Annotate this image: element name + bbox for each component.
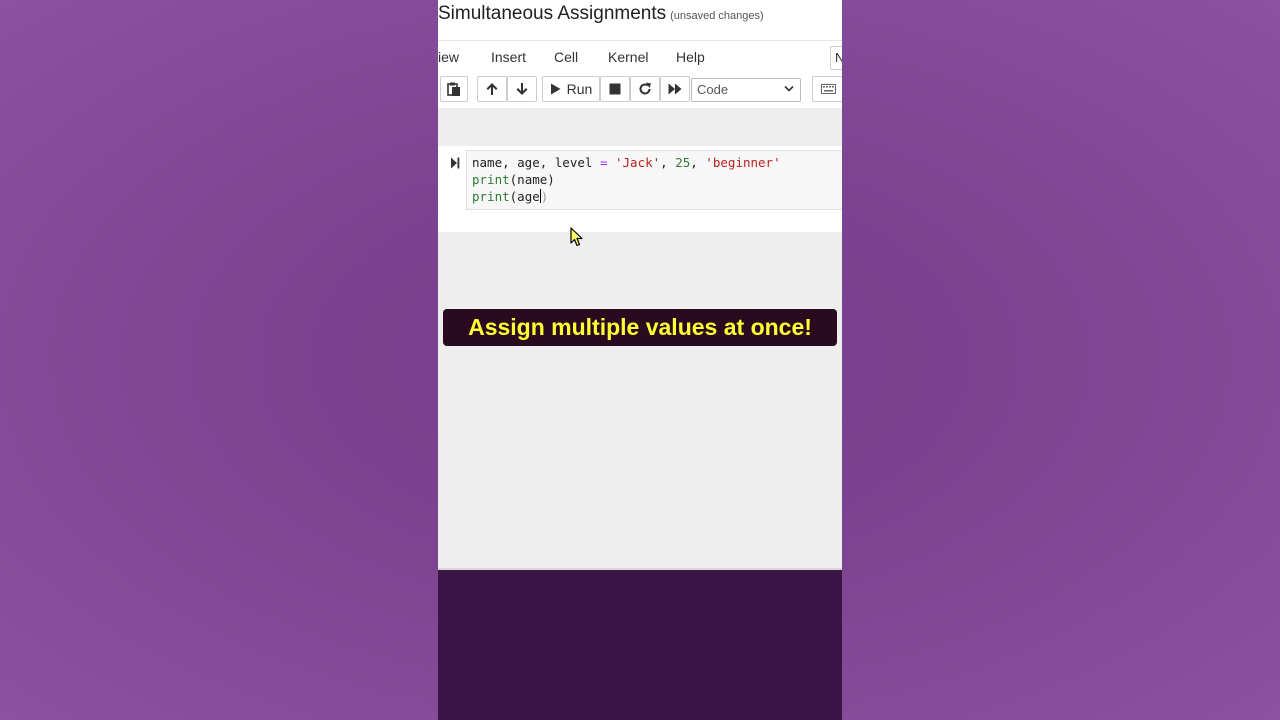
notebook-empty-area [438,232,842,568]
menu-kernel[interactable]: Kernel [608,49,648,65]
notebook-title-text[interactable]: Simultaneous Assignments [438,3,666,24]
toolbar: Run Code [438,76,842,104]
refresh-icon [639,82,651,95]
chevron-down-icon [784,85,794,92]
command-palette-button[interactable] [812,76,842,102]
restart-button[interactable] [630,76,660,102]
run-cell-icon[interactable] [450,157,460,169]
restart-run-all-button[interactable] [660,76,690,102]
code-editor[interactable]: name, age, level = 'Jack', 25, 'beginner… [466,150,842,210]
menu-bar: iew Insert Cell Kernel Help N [438,40,842,73]
header-divider [438,108,842,124]
menu-insert[interactable]: Insert [491,49,526,65]
cell-type-select[interactable]: Code [691,78,801,102]
notebook-header: Simultaneous Assignments (unsaved changes… [438,0,842,108]
video-caption: Assign multiple values at once! [443,309,837,346]
run-button[interactable]: Run [542,76,600,102]
code-cell[interactable]: name, age, level = 'Jack', 25, 'beginner… [438,146,842,233]
code-line-1: name, age, level = 'Jack', 25, 'beginner… [472,155,781,170]
paste-button[interactable] [440,76,468,102]
menu-cell[interactable]: Cell [554,49,578,65]
bottom-panel [438,568,842,720]
interrupt-button[interactable] [600,76,630,102]
notebook-title[interactable]: Simultaneous Assignments (unsaved changes… [438,3,764,25]
arrow-down-icon [516,83,528,95]
menu-view[interactable]: iew [438,49,459,65]
notebook-window: Simultaneous Assignments (unsaved changes… [438,0,842,720]
code-line-1-text: name, age, level = 'Jack', 25, 'beginner… [472,155,781,170]
menu-help[interactable]: Help [676,49,705,65]
play-icon [550,83,561,95]
keyboard-icon [821,84,836,94]
stop-icon [609,83,621,95]
code-line-2-text: print(name) [472,172,555,187]
arrow-up-icon [486,83,498,95]
code-line-2: print(name) [472,172,555,187]
run-label: Run [566,81,593,97]
cell-type-value: Code [697,82,729,97]
kernel-indicator[interactable]: N [830,46,842,70]
code-line-3: print(age) [472,189,548,204]
move-down-button[interactable] [507,76,537,102]
save-status: (unsaved changes) [670,10,764,22]
code-line-3-text: print(age) [472,189,549,204]
move-up-button[interactable] [477,76,507,102]
mouse-pointer-icon [570,227,583,247]
fast-forward-icon [668,83,682,95]
paste-icon [447,82,460,96]
